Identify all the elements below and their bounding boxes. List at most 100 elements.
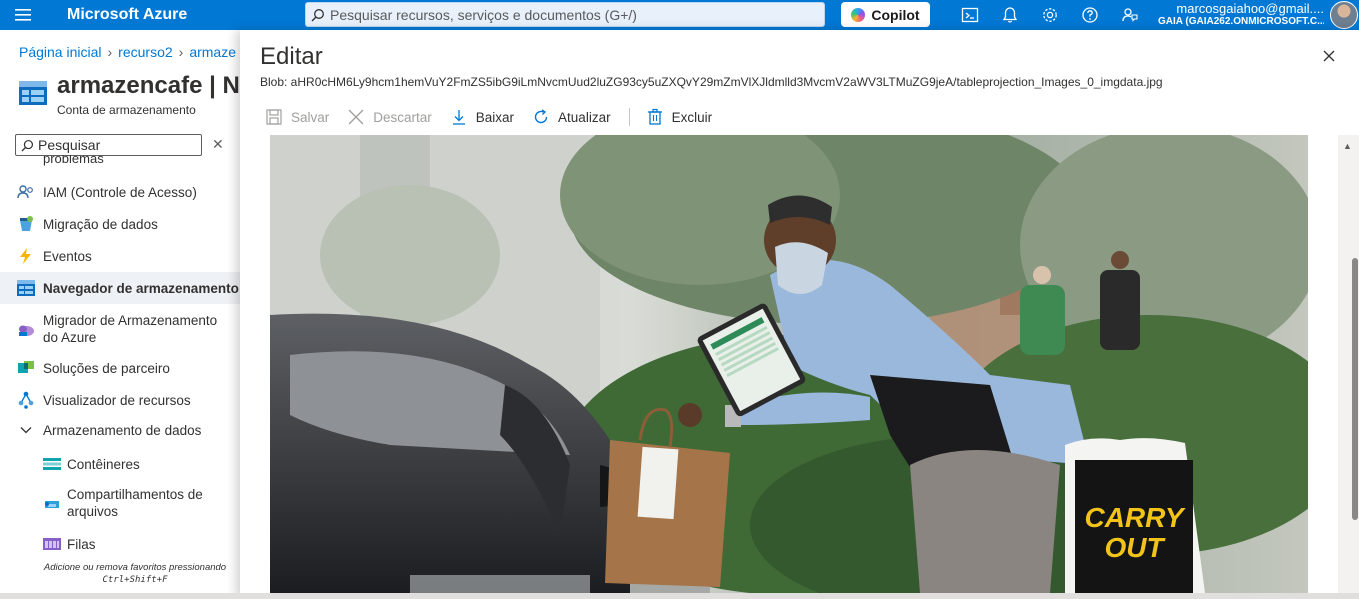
close-icon[interactable] bbox=[1321, 48, 1337, 64]
nav-item-problems[interactable]: problemas bbox=[43, 155, 104, 167]
global-search-input[interactable]: Pesquisar recursos, serviços e documento… bbox=[305, 2, 825, 27]
favorites-hint-text: Adicione ou remova favoritos pressionand… bbox=[43, 562, 227, 573]
lightning-icon bbox=[17, 247, 35, 265]
search-icon bbox=[16, 139, 38, 152]
chevron-right-icon: › bbox=[107, 44, 113, 60]
breadcrumb-storage[interactable]: armaze bbox=[189, 44, 236, 60]
blade-title: Editar bbox=[260, 43, 323, 70]
nav-item-label: Visualizador de recursos bbox=[43, 392, 191, 408]
nav-item-label: Eventos bbox=[43, 248, 92, 264]
nav-item-label: Migração de dados bbox=[43, 216, 158, 232]
delete-label: Excluir bbox=[671, 109, 713, 125]
nav-item-label: Armazenamento de dados bbox=[43, 422, 202, 438]
resource-subtitle: Conta de armazenamento bbox=[57, 103, 196, 117]
partner-icon bbox=[17, 359, 35, 377]
breadcrumb-home[interactable]: Página inicial bbox=[19, 44, 102, 60]
download-label: Baixar bbox=[475, 109, 515, 125]
discard-label: Descartar bbox=[373, 109, 432, 125]
horizontal-scrollbar[interactable] bbox=[0, 593, 1359, 599]
sign-text-out: OUT bbox=[1104, 532, 1166, 563]
storage-account-icon bbox=[19, 81, 47, 105]
copilot-label: Copilot bbox=[871, 6, 920, 23]
menu-button[interactable] bbox=[0, 0, 46, 30]
blob-image: CARRY OUT bbox=[270, 135, 1308, 593]
copilot-icon bbox=[851, 7, 866, 22]
discard-button[interactable]: Descartar bbox=[347, 108, 432, 126]
resource-title: armazencafe | Na bbox=[57, 72, 254, 99]
container-icon bbox=[43, 455, 61, 473]
top-icon-bar bbox=[950, 0, 1150, 30]
blade-toolbar: Salvar Descartar Baixar Atualizar Exclui… bbox=[265, 105, 730, 129]
iam-icon bbox=[17, 183, 35, 201]
nav-item-label: Contêineres bbox=[67, 456, 140, 472]
search-icon bbox=[306, 8, 330, 22]
scroll-up-icon[interactable]: ▲ bbox=[1343, 141, 1352, 151]
gear-icon bbox=[1043, 8, 1057, 22]
feedback-icon bbox=[1122, 8, 1138, 22]
refresh-button[interactable]: Atualizar bbox=[532, 108, 611, 126]
resource-visualizer-icon bbox=[17, 391, 35, 409]
nav-item-queues[interactable]: Filas bbox=[0, 535, 240, 553]
favorites-hint-shortcut: Ctrl+Shift+F bbox=[102, 575, 168, 585]
nav-item-label: Soluções de parceiro bbox=[43, 360, 170, 376]
cloud-shell-button[interactable] bbox=[950, 0, 990, 30]
nav-item-file-shares[interactable]: Compartilhamentos de arquivos bbox=[0, 486, 240, 520]
edit-blade: Editar Blob: aHR0cHM6Ly9hcm1hemVuY2FmZS5… bbox=[240, 30, 1359, 599]
nav-item-data-migration[interactable]: Migração de dados bbox=[0, 215, 240, 233]
copilot-button[interactable]: Copilot bbox=[841, 2, 930, 27]
refresh-icon bbox=[534, 109, 548, 124]
nav-item-partner-solutions[interactable]: Soluções de parceiro bbox=[0, 359, 240, 377]
download-button[interactable]: Baixar bbox=[450, 108, 514, 126]
nav-item-iam[interactable]: IAM (Controle de Acesso) bbox=[0, 183, 240, 201]
favorites-hint: Adicione ou remova favoritos pressionand… bbox=[30, 562, 240, 586]
blob-path: Blob: aHR0cHM6Ly9hcm1hemVuY2FmZS5ibG9iLm… bbox=[260, 75, 1163, 89]
nav-item-events[interactable]: Eventos bbox=[0, 247, 240, 265]
notifications-button[interactable] bbox=[990, 0, 1030, 30]
nav-group-data-storage[interactable]: Armazenamento de dados bbox=[0, 421, 240, 439]
breadcrumb-resource-group[interactable]: recurso2 bbox=[118, 44, 172, 60]
image-preview: CARRY OUT bbox=[270, 135, 1308, 593]
menu-search-input[interactable]: Pesquisar bbox=[15, 134, 202, 156]
global-search-placeholder: Pesquisar recursos, serviços e documento… bbox=[330, 6, 637, 23]
settings-button[interactable] bbox=[1030, 0, 1070, 30]
save-label: Salvar bbox=[291, 109, 330, 125]
refresh-label: Atualizar bbox=[558, 109, 611, 125]
file-share-icon bbox=[43, 494, 61, 512]
account-name: marcosgaiahoo@gmail.... bbox=[1176, 1, 1324, 16]
nav-item-label: Navegador de armazenamento bbox=[43, 280, 239, 296]
migration-icon bbox=[17, 215, 35, 233]
trash-icon bbox=[647, 108, 662, 125]
chevron-down-icon bbox=[17, 421, 35, 439]
help-icon bbox=[1082, 7, 1098, 23]
nav-item-resource-visualizer[interactable]: Visualizador de recursos bbox=[0, 391, 240, 409]
delete-button[interactable]: Excluir bbox=[646, 108, 713, 126]
avatar[interactable] bbox=[1330, 1, 1358, 29]
hamburger-icon bbox=[15, 9, 31, 21]
cloud-shell-icon bbox=[961, 7, 979, 23]
save-icon bbox=[266, 109, 282, 125]
account-info[interactable]: marcosgaiahoo@gmail.... GAIA (GAIA262.ON… bbox=[1158, 1, 1324, 27]
menu-search-placeholder: Pesquisar bbox=[38, 137, 101, 153]
sign-text-carry: CARRY bbox=[1084, 502, 1185, 533]
scrollbar-thumb[interactable] bbox=[1352, 258, 1358, 520]
discard-icon bbox=[348, 109, 364, 125]
collapse-menu-icon[interactable]: ✕ bbox=[212, 136, 224, 153]
save-button[interactable]: Salvar bbox=[265, 108, 329, 126]
feedback-button[interactable] bbox=[1110, 0, 1150, 30]
storage-mover-icon bbox=[17, 320, 35, 338]
nav-item-containers[interactable]: Contêineres bbox=[0, 455, 240, 473]
nav-item-storage-browser[interactable]: Navegador de armazenamento bbox=[0, 272, 240, 304]
account-directory: GAIA (GAIA262.ONMICROSOFT.C... bbox=[1158, 16, 1324, 27]
bell-icon bbox=[1002, 7, 1018, 23]
download-icon bbox=[452, 110, 465, 125]
brand-title[interactable]: Microsoft Azure bbox=[67, 6, 305, 24]
storage-browser-icon bbox=[17, 279, 35, 297]
help-button[interactable] bbox=[1070, 0, 1110, 30]
nav-item-storage-mover[interactable]: Migrador de Armazenamento do Azure bbox=[0, 312, 240, 346]
toolbar-divider bbox=[628, 108, 630, 126]
queue-icon bbox=[43, 535, 61, 553]
chevron-right-icon: › bbox=[178, 44, 184, 60]
nav-item-label: Migrador de Armazenamento do Azure bbox=[43, 313, 218, 345]
breadcrumb: Página inicial › recurso2 › armaze bbox=[19, 44, 236, 60]
nav-item-label: IAM (Controle de Acesso) bbox=[43, 184, 197, 200]
